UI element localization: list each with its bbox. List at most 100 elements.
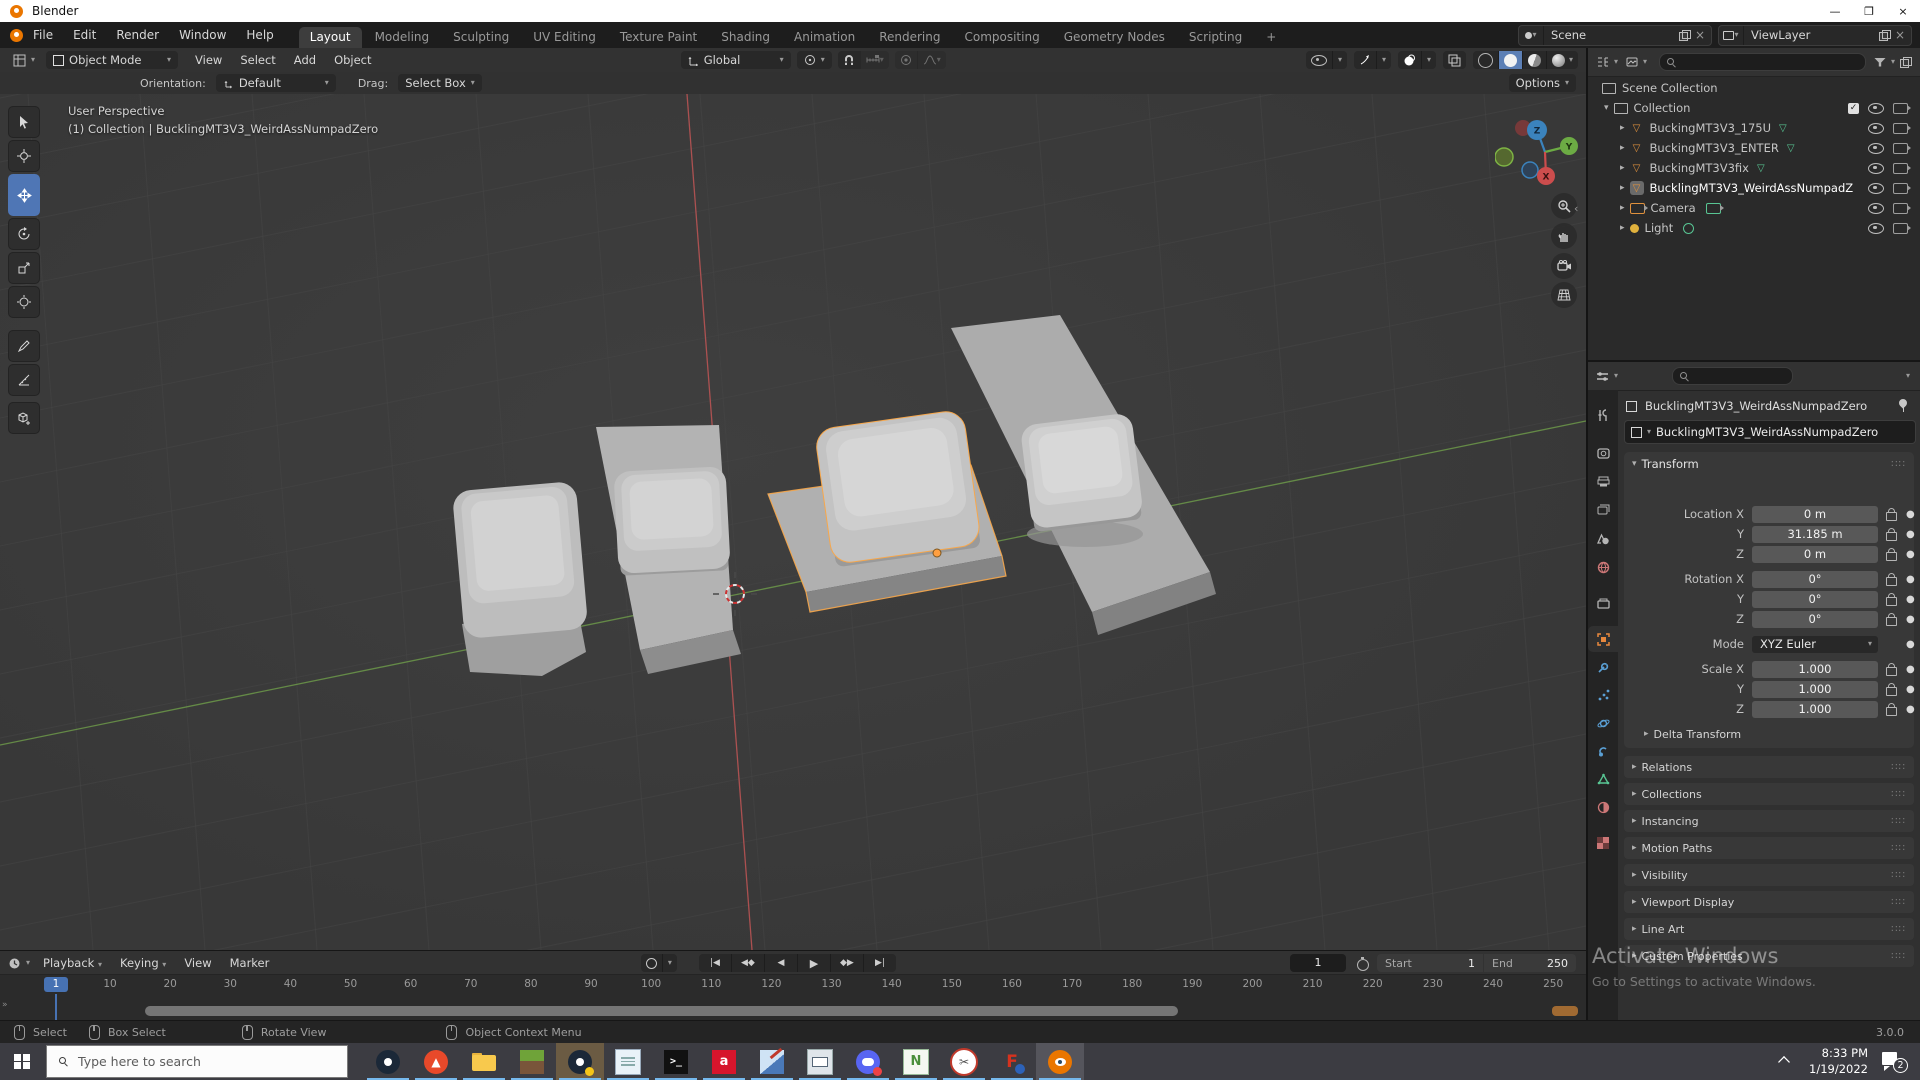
orientation-setting-dropdown[interactable]: Default ▾ xyxy=(216,74,336,92)
overlays-dropdown[interactable]: ▾ xyxy=(1421,51,1436,69)
outliner-row-camera[interactable]: ▸ Camera xyxy=(1588,198,1920,218)
shading-rendered-button[interactable]: ▾ xyxy=(1546,51,1578,69)
tab-output[interactable] xyxy=(1588,468,1618,494)
render-camera-icon[interactable] xyxy=(1893,223,1908,234)
filter-icon[interactable] xyxy=(1874,58,1886,67)
location-y-field[interactable]: 31.185 m xyxy=(1752,526,1878,543)
viewlayer-selector[interactable]: ▾ ViewLayer × xyxy=(1718,25,1912,46)
tab-material[interactable] xyxy=(1588,794,1618,820)
lock-icon[interactable] xyxy=(1886,687,1897,696)
timeline-menu-keying[interactable]: Keying ▾ xyxy=(111,956,175,970)
timeline-expand-chevrons[interactable]: » xyxy=(2,1000,8,1010)
lock-icon[interactable] xyxy=(1886,617,1897,626)
timeline-menu-marker[interactable]: Marker xyxy=(221,956,279,970)
location-x-field[interactable]: 0 m xyxy=(1752,506,1878,523)
taskbar-app-notepad-plus[interactable]: N xyxy=(892,1043,940,1080)
workspace-tab-geometry-nodes[interactable]: Geometry Nodes xyxy=(1053,27,1176,48)
proportional-falloff-dropdown[interactable]: ▾ xyxy=(917,51,946,69)
location-z-field[interactable]: 0 m xyxy=(1752,546,1878,563)
lock-icon[interactable] xyxy=(1886,707,1897,716)
options-button[interactable]: Options ▾ xyxy=(1509,74,1576,92)
taskbar-app-explorer[interactable] xyxy=(460,1043,508,1080)
rotation-mode-dropdown[interactable]: XYZ Euler▾ xyxy=(1752,636,1878,653)
unlink-scene-icon[interactable]: × xyxy=(1689,28,1711,42)
proportional-edit-toggle[interactable] xyxy=(895,51,917,69)
outliner-row-mesh-fix[interactable]: ▸ ▽ BuckingMT3V3fix ▽ xyxy=(1588,158,1920,178)
auto-key-toggle[interactable] xyxy=(641,954,662,972)
taskbar-clock[interactable]: 8:33 PM 1/19/2022 xyxy=(1809,1046,1868,1077)
tray-chevron-icon[interactable] xyxy=(1778,1056,1790,1068)
menu-file[interactable]: File xyxy=(23,28,63,42)
render-camera-icon[interactable] xyxy=(1893,143,1908,154)
current-frame-field[interactable]: 1 xyxy=(1290,954,1346,972)
workspace-tab-layout[interactable]: Layout xyxy=(299,27,362,48)
show-overlays-toggle[interactable] xyxy=(1398,51,1421,69)
tool-select-box[interactable] xyxy=(8,106,40,138)
taskbar-app-snipping[interactable]: ✂ xyxy=(940,1043,988,1080)
workspace-tab-compositing[interactable]: Compositing xyxy=(953,27,1050,48)
new-viewlayer-icon[interactable] xyxy=(1879,30,1889,40)
properties-editor-type-button[interactable]: ▾ xyxy=(1592,367,1622,385)
taskbar-app-minecraft[interactable] xyxy=(508,1043,556,1080)
menu-render[interactable]: Render xyxy=(106,28,169,42)
hide-eye-icon[interactable] xyxy=(1868,163,1884,174)
play-reverse-button[interactable]: ◀ xyxy=(764,954,797,972)
outliner-row-light[interactable]: ▸ Light xyxy=(1588,218,1920,238)
collection-checkbox[interactable]: ✓ xyxy=(1848,103,1859,114)
outliner-row-mesh-enter[interactable]: ▸ ▽ BuckingMT3V3_ENTER ▽ xyxy=(1588,138,1920,158)
outliner-display-mode-button[interactable]: ▾ xyxy=(1622,53,1651,71)
shading-wireframe-button[interactable] xyxy=(1473,51,1498,69)
show-object-types-dropdown[interactable]: ▾ xyxy=(1332,51,1347,69)
viewport-menu-add[interactable]: Add xyxy=(285,53,325,67)
rotation-y-field[interactable]: 0° xyxy=(1752,591,1878,608)
close-button[interactable]: × xyxy=(1886,0,1920,22)
restore-button[interactable]: ❐ xyxy=(1852,0,1886,22)
outliner-row-mesh-selected[interactable]: ▸ ▽ BucklingMT3V3_WeirdAssNumpadZ xyxy=(1588,178,1920,198)
show-object-types-toggle[interactable] xyxy=(1306,51,1332,69)
shading-solid-button[interactable] xyxy=(1498,51,1522,69)
render-camera-icon[interactable] xyxy=(1893,203,1908,214)
menu-edit[interactable]: Edit xyxy=(63,28,106,42)
start-frame-field[interactable]: Start1 xyxy=(1377,954,1483,972)
hide-eye-icon[interactable] xyxy=(1868,203,1884,214)
animate-dot[interactable]: ● xyxy=(1906,509,1915,520)
panel-drag-dots[interactable]: ∷∷ xyxy=(1891,816,1906,827)
expand-icon[interactable]: ▸ xyxy=(1620,144,1625,153)
workspace-tab-sculpting[interactable]: Sculpting xyxy=(442,27,520,48)
xray-toggle[interactable] xyxy=(1443,51,1466,69)
gizmo-neg-z-ball[interactable] xyxy=(1522,162,1538,178)
properties-options-dropdown[interactable]: ▾ xyxy=(1906,372,1910,380)
lock-icon[interactable] xyxy=(1886,532,1897,541)
hide-eye-icon[interactable] xyxy=(1868,103,1884,114)
hide-eye-icon[interactable] xyxy=(1868,223,1884,234)
viewport-menu-select[interactable]: Select xyxy=(231,53,284,67)
expand-icon[interactable]: ▸ xyxy=(1620,184,1625,193)
collapse-icon[interactable]: ▾ xyxy=(1604,104,1609,113)
expand-icon[interactable]: ▸ xyxy=(1620,204,1625,213)
tab-texture[interactable] xyxy=(1588,830,1618,856)
gizmo-neg-y-ball[interactable] xyxy=(1495,148,1513,166)
next-keyframe-button[interactable]: ◆▶ xyxy=(830,954,863,972)
animate-dot[interactable]: ● xyxy=(1906,684,1915,695)
workspace-tab-shading[interactable]: Shading xyxy=(710,27,781,48)
animate-dot[interactable]: ● xyxy=(1906,549,1915,560)
keycap-object-fix[interactable] xyxy=(452,481,588,676)
taskbar-app-steam-active[interactable] xyxy=(556,1043,604,1080)
pin-icon[interactable] xyxy=(1898,399,1908,413)
animate-dot[interactable]: ● xyxy=(1906,614,1915,625)
timeline-menu-view[interactable]: View xyxy=(175,956,220,970)
pivot-point-dropdown[interactable]: ▾ xyxy=(797,51,832,69)
taskbar-app-amd[interactable]: a xyxy=(700,1043,748,1080)
object-name-field[interactable]: ▾ BucklingMT3V3_WeirdAssNumpadZero xyxy=(1624,420,1916,444)
panel-drag-dots[interactable]: ∷∷ xyxy=(1891,762,1906,773)
panel-line-art[interactable]: ▸Line Art∷∷ xyxy=(1624,918,1914,940)
render-camera-icon[interactable] xyxy=(1893,103,1908,114)
properties-search[interactable] xyxy=(1672,367,1793,385)
taskbar-app-cmd[interactable]: >_ xyxy=(652,1043,700,1080)
outliner-search[interactable] xyxy=(1659,53,1866,71)
lock-icon[interactable] xyxy=(1886,597,1897,606)
panel-instancing[interactable]: ▸Instancing∷∷ xyxy=(1624,810,1914,832)
jump-to-start-button[interactable]: |◀ xyxy=(699,954,731,972)
hide-eye-icon[interactable] xyxy=(1868,183,1884,194)
snap-toggle[interactable] xyxy=(838,51,860,69)
